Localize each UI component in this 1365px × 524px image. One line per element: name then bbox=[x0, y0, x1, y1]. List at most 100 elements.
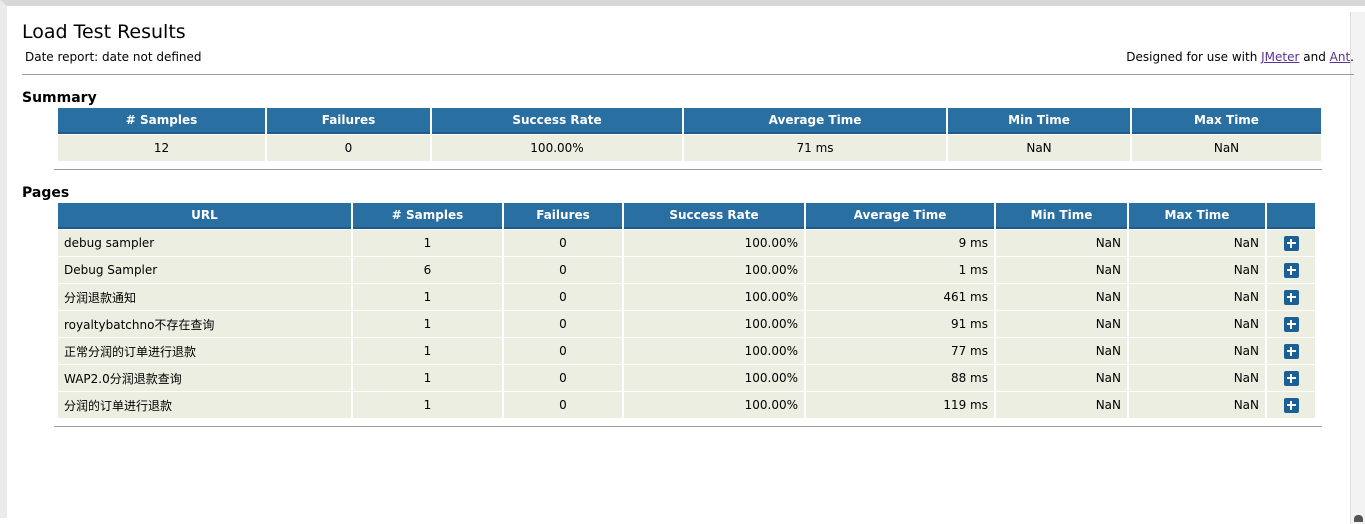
row-samples: 1 bbox=[353, 365, 502, 391]
designed-for-note: Designed for use with JMeter and Ant. bbox=[1126, 50, 1354, 64]
plus-icon[interactable] bbox=[1283, 289, 1299, 305]
row-failures: 0 bbox=[504, 284, 622, 310]
row-samples: 1 bbox=[353, 392, 502, 418]
row-max-time: NaN bbox=[1129, 257, 1265, 283]
summary-col-samples: # Samples bbox=[58, 108, 265, 134]
row-min-time: NaN bbox=[996, 284, 1127, 310]
row-failures: 0 bbox=[504, 338, 622, 364]
summary-col-failures: Failures bbox=[267, 108, 430, 134]
row-average-time: 461 ms bbox=[806, 284, 994, 310]
row-url: 分润的订单进行退款 bbox=[58, 392, 351, 418]
row-success-rate: 100.00% bbox=[624, 338, 804, 364]
summary-samples: 12 bbox=[58, 135, 265, 161]
designed-and: and bbox=[1299, 50, 1330, 64]
row-samples: 1 bbox=[353, 338, 502, 364]
row-success-rate: 100.00% bbox=[624, 365, 804, 391]
row-expand-cell bbox=[1267, 311, 1315, 337]
header-divider bbox=[22, 74, 1354, 75]
pages-table: URL # Samples Failures Success Rate Aver… bbox=[56, 202, 1317, 419]
report-header-row: Date report: date not defined Designed f… bbox=[22, 44, 1354, 70]
pages-col-success-rate: Success Rate bbox=[624, 203, 804, 229]
row-min-time: NaN bbox=[996, 311, 1127, 337]
plus-icon[interactable] bbox=[1283, 235, 1299, 251]
row-expand-cell bbox=[1267, 365, 1315, 391]
summary-col-success-rate: Success Rate bbox=[432, 108, 682, 134]
page-title: Load Test Results bbox=[22, 21, 186, 43]
plus-icon[interactable] bbox=[1283, 262, 1299, 278]
table-row: debug sampler 1 0 100.00% 9 ms NaN NaN bbox=[58, 230, 1315, 256]
row-failures: 0 bbox=[504, 392, 622, 418]
row-expand-cell bbox=[1267, 392, 1315, 418]
row-max-time: NaN bbox=[1129, 230, 1265, 256]
table-row: 分润的订单进行退款 1 0 100.00% 119 ms NaN NaN bbox=[58, 392, 1315, 418]
summary-divider bbox=[54, 169, 1322, 170]
row-max-time: NaN bbox=[1129, 311, 1265, 337]
plus-icon[interactable] bbox=[1283, 397, 1299, 413]
row-success-rate: 100.00% bbox=[624, 392, 804, 418]
ant-link[interactable]: Ant bbox=[1330, 50, 1351, 64]
row-failures: 0 bbox=[504, 311, 622, 337]
date-report: Date report: date not defined bbox=[25, 50, 202, 64]
table-row: royaltybatchno不存在查询 1 0 100.00% 91 ms Na… bbox=[58, 311, 1315, 337]
summary-row: 12 0 100.00% 71 ms NaN NaN bbox=[58, 135, 1321, 161]
row-expand-cell bbox=[1267, 257, 1315, 283]
row-average-time: 119 ms bbox=[806, 392, 994, 418]
designed-suffix: . bbox=[1350, 50, 1354, 64]
pages-divider bbox=[54, 426, 1322, 427]
pages-col-min-time: Min Time bbox=[996, 203, 1127, 229]
row-min-time: NaN bbox=[996, 392, 1127, 418]
summary-success-rate: 100.00% bbox=[432, 135, 682, 161]
summary-min-time: NaN bbox=[948, 135, 1130, 161]
pages-col-samples: # Samples bbox=[353, 203, 502, 229]
table-row: WAP2.0分润退款查询 1 0 100.00% 88 ms NaN NaN bbox=[58, 365, 1315, 391]
plus-icon[interactable] bbox=[1283, 370, 1299, 386]
row-url: 正常分润的订单进行退款 bbox=[58, 338, 351, 364]
plus-icon[interactable] bbox=[1283, 343, 1299, 359]
summary-col-average-time: Average Time bbox=[684, 108, 946, 134]
plus-icon[interactable] bbox=[1283, 316, 1299, 332]
row-samples: 1 bbox=[353, 284, 502, 310]
row-url: royaltybatchno不存在查询 bbox=[58, 311, 351, 337]
row-max-time: NaN bbox=[1129, 338, 1265, 364]
summary-heading: Summary bbox=[22, 90, 97, 106]
row-average-time: 9 ms bbox=[806, 230, 994, 256]
summary-average-time: 71 ms bbox=[684, 135, 946, 161]
summary-failures: 0 bbox=[267, 135, 430, 161]
row-url: Debug Sampler bbox=[58, 257, 351, 283]
row-average-time: 88 ms bbox=[806, 365, 994, 391]
row-max-time: NaN bbox=[1129, 365, 1265, 391]
row-max-time: NaN bbox=[1129, 284, 1265, 310]
row-success-rate: 100.00% bbox=[624, 230, 804, 256]
row-expand-cell bbox=[1267, 284, 1315, 310]
table-row: Debug Sampler 6 0 100.00% 1 ms NaN NaN bbox=[58, 257, 1315, 283]
row-failures: 0 bbox=[504, 365, 622, 391]
row-success-rate: 100.00% bbox=[624, 311, 804, 337]
pages-col-expand bbox=[1267, 203, 1315, 229]
row-expand-cell bbox=[1267, 338, 1315, 364]
summary-col-max-time: Max Time bbox=[1132, 108, 1321, 134]
row-max-time: NaN bbox=[1129, 392, 1265, 418]
pages-col-max-time: Max Time bbox=[1129, 203, 1265, 229]
row-success-rate: 100.00% bbox=[624, 284, 804, 310]
row-average-time: 1 ms bbox=[806, 257, 994, 283]
scrollbar-thumb[interactable] bbox=[1354, 515, 1363, 522]
row-average-time: 77 ms bbox=[806, 338, 994, 364]
summary-table: # Samples Failures Success Rate Average … bbox=[56, 107, 1323, 162]
summary-header-row: # Samples Failures Success Rate Average … bbox=[58, 108, 1321, 134]
table-row: 分润退款通知 1 0 100.00% 461 ms NaN NaN bbox=[58, 284, 1315, 310]
row-min-time: NaN bbox=[996, 257, 1127, 283]
row-failures: 0 bbox=[504, 257, 622, 283]
row-samples: 1 bbox=[353, 311, 502, 337]
row-samples: 6 bbox=[353, 257, 502, 283]
row-expand-cell bbox=[1267, 230, 1315, 256]
row-min-time: NaN bbox=[996, 365, 1127, 391]
pages-heading: Pages bbox=[22, 185, 70, 201]
table-row: 正常分润的订单进行退款 1 0 100.00% 77 ms NaN NaN bbox=[58, 338, 1315, 364]
row-url: debug sampler bbox=[58, 230, 351, 256]
pages-col-failures: Failures bbox=[504, 203, 622, 229]
browser-frame: Load Test Results Date report: date not … bbox=[0, 0, 1365, 524]
row-success-rate: 100.00% bbox=[624, 257, 804, 283]
row-url: WAP2.0分润退款查询 bbox=[58, 365, 351, 391]
row-average-time: 91 ms bbox=[806, 311, 994, 337]
jmeter-link[interactable]: JMeter bbox=[1261, 50, 1299, 64]
